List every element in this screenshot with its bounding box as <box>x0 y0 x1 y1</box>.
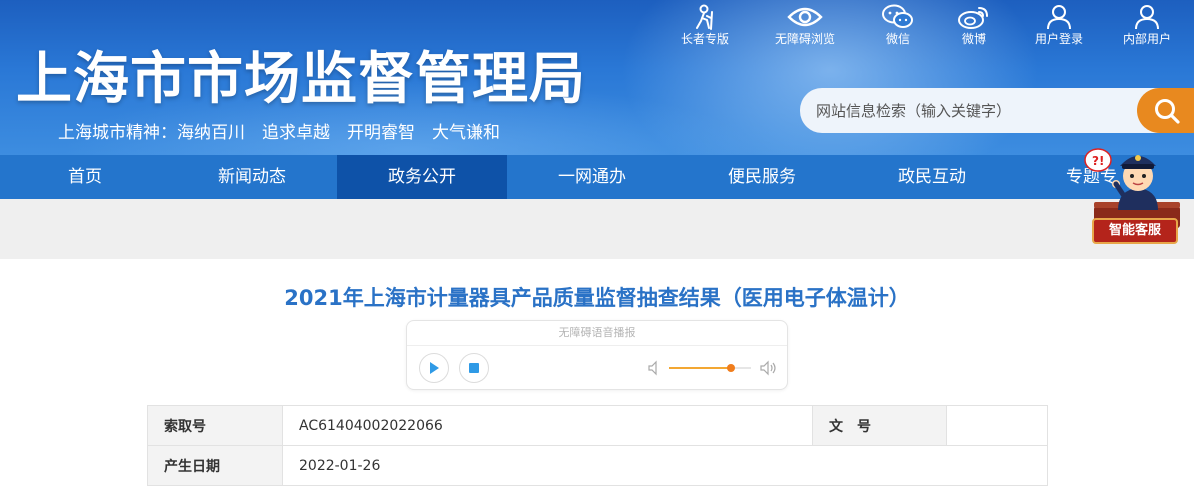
eye-icon <box>787 7 823 27</box>
audio-player-label: 无障碍语音播报 <box>558 326 636 339</box>
stop-button[interactable] <box>459 353 489 383</box>
doc-number-label: 文 号 <box>812 405 947 446</box>
wechat-icon <box>882 4 913 28</box>
search-button[interactable] <box>1137 88 1194 133</box>
top-link-login[interactable]: 用户登录 <box>1014 4 1104 46</box>
top-link-elder[interactable]: 长者专版 <box>660 4 750 46</box>
date-label: 产生日期 <box>147 445 283 486</box>
audio-player: 无障碍语音播报 <box>406 320 788 390</box>
top-link-label: 无障碍浏览 <box>774 32 835 46</box>
table-row: 产生日期 2022-01-26 <box>147 445 1048 486</box>
stop-icon <box>469 363 479 373</box>
user-icon <box>1047 5 1071 30</box>
site-slogan: 上海城市精神：海纳百川 追求卓越 开明睿智 大气谦和 <box>58 123 500 143</box>
info-table: 索取号 AC61404002022066 文 号 产生日期 2022-01-26 <box>147 405 1048 486</box>
search-input[interactable] <box>800 88 1160 133</box>
site-header: 上海市市场监督管理局 上海城市精神：海纳百川 追求卓越 开明睿智 大气谦和 长者… <box>0 0 1194 155</box>
top-link-label: 用户登录 <box>1034 32 1083 46</box>
breadcrumb-band <box>0 199 1194 259</box>
volume-high-icon[interactable] <box>759 360 779 376</box>
top-links: 长者专版 无障碍浏览 微信 微博 用户登录 内部用户 <box>660 4 1194 50</box>
elder-icon <box>696 4 713 30</box>
volume-handle[interactable] <box>726 364 735 372</box>
index-label: 索取号 <box>147 405 283 446</box>
main-nav: 首页 新闻动态 政务公开 一网通办 便民服务 政民互动 专题专 <box>0 155 1194 199</box>
nav-item-news[interactable]: 新闻动态 <box>167 155 337 199</box>
search-box <box>800 88 1194 133</box>
nav-item-public-service[interactable]: 便民服务 <box>677 155 847 199</box>
nav-item-home[interactable]: 首页 <box>0 155 170 199</box>
smart-service-label[interactable]: 智能客服 <box>1092 218 1178 244</box>
table-row: 索取号 AC61404002022066 文 号 <box>147 405 1048 446</box>
top-link-label: 微博 <box>961 32 986 46</box>
date-value: 2022-01-26 <box>282 445 1048 486</box>
site-title[interactable]: 上海市市场监督管理局 <box>16 44 586 116</box>
volume-fill <box>669 367 731 369</box>
smart-service-widget[interactable]: ?! 智能客服 <box>1080 140 1194 245</box>
volume-slider[interactable] <box>669 364 751 372</box>
play-icon <box>430 362 439 374</box>
nav-item-government-affairs[interactable]: 政务公开 <box>337 155 507 199</box>
play-button[interactable] <box>419 353 449 383</box>
weibo-icon <box>958 7 988 29</box>
svg-text:?!: ?! <box>1092 154 1104 168</box>
search-icon <box>1155 98 1180 124</box>
nav-item-interaction[interactable]: 政民互动 <box>847 155 1017 199</box>
top-link-label: 内部用户 <box>1122 32 1171 46</box>
volume-low-icon[interactable] <box>647 360 663 376</box>
doc-number-value <box>946 405 1048 446</box>
divider <box>407 345 787 346</box>
top-link-label: 长者专版 <box>680 32 729 46</box>
nav-item-one-net-service[interactable]: 一网通办 <box>507 155 677 199</box>
top-link-accessible[interactable]: 无障碍浏览 <box>760 4 850 46</box>
article-title: 2021年上海市计量器具产品质量监督抽查结果（医用电子体温计） <box>284 286 910 310</box>
police-mascot-icon: ?! <box>1084 148 1180 228</box>
top-link-internal[interactable]: 内部用户 <box>1102 4 1192 46</box>
index-value: AC61404002022066 <box>282 405 813 446</box>
internal-user-icon <box>1135 5 1159 30</box>
top-link-weibo[interactable]: 微博 <box>929 4 1019 46</box>
